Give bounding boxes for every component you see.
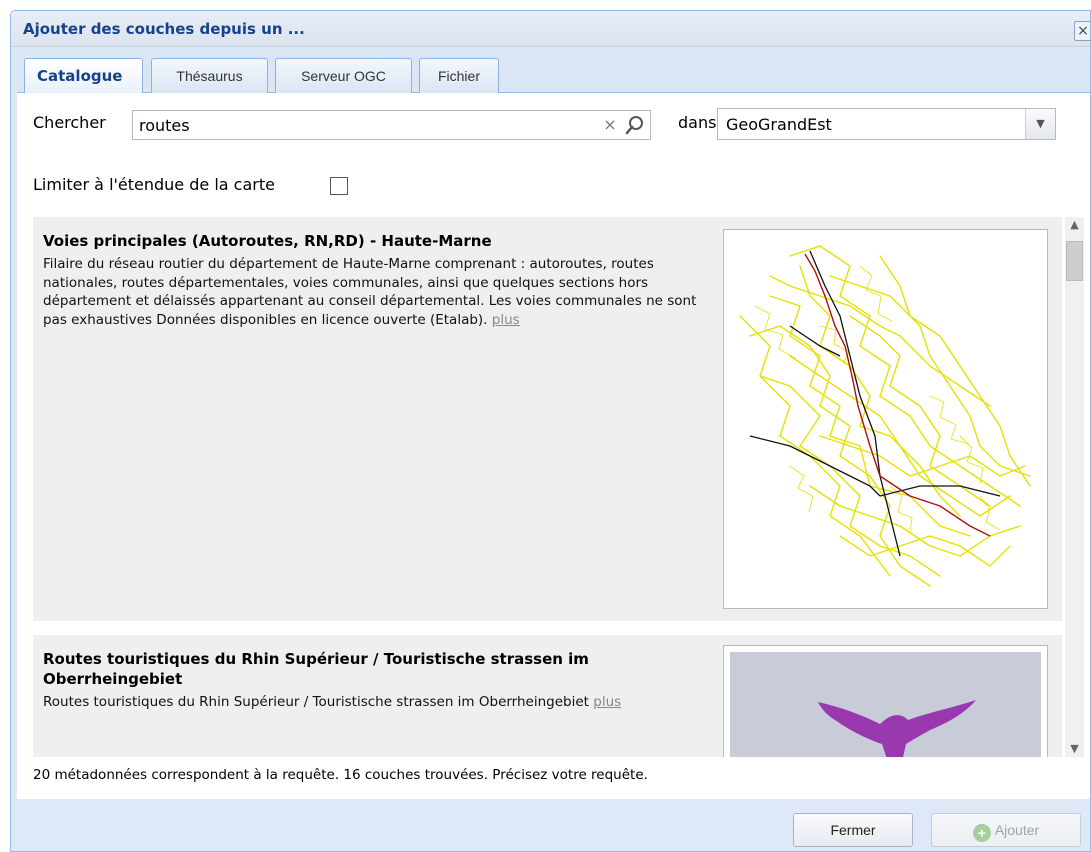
catalog-selected-value: GeoGrandEst — [726, 115, 832, 134]
record-title: Routes touristiques du Rhin Supérieur / … — [43, 650, 589, 688]
record-abstract-text: Filaire du réseau routier du département… — [43, 256, 697, 328]
extent-filter-label: Limiter à l'étendue de la carte — [33, 175, 275, 194]
search-label: Chercher — [33, 113, 106, 132]
chevron-down-icon[interactable]: ▼ — [1025, 109, 1055, 139]
list-item[interactable]: Routes touristiques du Rhin Supérieur / … — [33, 635, 1062, 757]
catalog-label: dans — [678, 113, 717, 132]
tab-catalogue[interactable]: Catalogue — [24, 58, 143, 94]
catalogue-panel: Chercher × dans GeoGrandEst ▼ Limiter à … — [17, 93, 1090, 799]
tab-serveur-ogc[interactable]: Serveur OGC — [275, 58, 412, 93]
scroll-up-icon[interactable]: ▲ — [1065, 217, 1084, 233]
tab-thesaurus[interactable]: Thésaurus — [151, 58, 268, 93]
dialog-title: Ajouter des couches depuis un ... — [23, 20, 305, 38]
results-list: Voies principales (Autoroutes, RN,RD) - … — [33, 217, 1062, 757]
record-abstract-text: Routes touristiques du Rhin Supérieur / … — [43, 694, 589, 710]
results-scrollbar[interactable]: ▲ ▼ — [1065, 217, 1084, 757]
scroll-down-icon[interactable]: ▼ — [1065, 741, 1084, 757]
add-button[interactable]: + Ajouter — [931, 813, 1081, 847]
list-item[interactable]: Voies principales (Autoroutes, RN,RD) - … — [33, 217, 1062, 621]
search-field: × — [132, 110, 651, 140]
search-row: Chercher × dans GeoGrandEst ▼ — [17, 93, 1090, 143]
extent-filter-checkbox[interactable] — [330, 177, 348, 195]
record-abstract: Routes touristiques du Rhin Supérieur / … — [43, 693, 708, 712]
clear-icon[interactable]: × — [600, 115, 620, 135]
scrollbar-thumb[interactable] — [1066, 241, 1083, 281]
record-abstract: Filaire du réseau routier du département… — [43, 255, 708, 329]
catalog-select[interactable]: GeoGrandEst ▼ — [717, 108, 1056, 140]
search-input[interactable] — [133, 111, 583, 139]
close-icon[interactable]: × — [1074, 21, 1090, 41]
record-thumbnail[interactable] — [723, 229, 1048, 609]
tab-bar: Catalogue Thésaurus Serveur OGC Fichier — [17, 49, 1090, 94]
search-icon[interactable] — [624, 114, 646, 136]
record-thumbnail[interactable] — [723, 645, 1048, 757]
close-button[interactable]: Fermer — [793, 813, 913, 847]
add-layers-dialog: Ajouter des couches depuis un ... × Cata… — [10, 10, 1091, 852]
status-text: 20 métadonnées correspondent à la requêt… — [33, 767, 648, 783]
dialog-titlebar[interactable]: Ajouter des couches depuis un ... × — [11, 11, 1090, 47]
add-button-label: Ajouter — [994, 822, 1040, 838]
more-link[interactable]: plus — [492, 312, 520, 328]
more-link[interactable]: plus — [593, 694, 621, 710]
dialog-footer: Fermer + Ajouter — [11, 799, 1090, 851]
eagle-logo — [730, 652, 1041, 757]
tab-fichier[interactable]: Fichier — [419, 58, 499, 93]
add-icon: + — [972, 824, 991, 842]
record-title: Voies principales (Autoroutes, RN,RD) - … — [43, 232, 492, 250]
road-network-map — [730, 236, 1041, 602]
